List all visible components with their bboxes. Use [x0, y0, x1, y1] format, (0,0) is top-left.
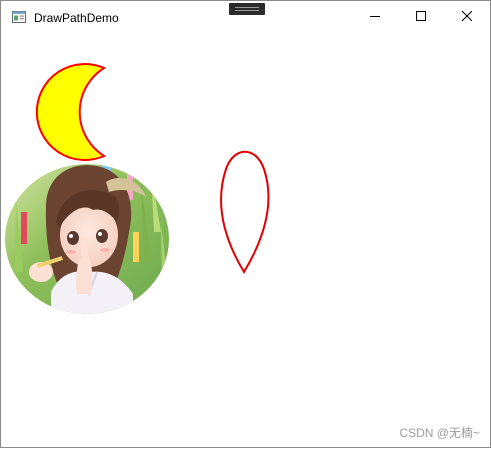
- watermark-text: CSDN @无楠~: [399, 426, 480, 440]
- drawing-canvas: CSDN @无楠~: [1, 32, 490, 447]
- title-bar[interactable]: DrawPathDemo: [1, 1, 490, 32]
- teardrop-shape: [220, 150, 270, 274]
- minimize-icon: [370, 16, 380, 17]
- maximize-button[interactable]: [398, 1, 444, 32]
- drag-handle[interactable]: [229, 3, 265, 15]
- portrait-image: [5, 164, 169, 314]
- moon-shape: [35, 63, 107, 161]
- close-button[interactable]: [444, 1, 490, 32]
- canvas-svg: [5, 63, 270, 314]
- app-window: DrawPathDemo CSDN @无楠~: [0, 0, 491, 448]
- minimize-button[interactable]: [352, 1, 398, 32]
- app-icon: [12, 10, 26, 23]
- close-icon: [462, 11, 472, 21]
- maximize-icon: [416, 11, 426, 21]
- window-title: DrawPathDemo: [34, 11, 119, 25]
